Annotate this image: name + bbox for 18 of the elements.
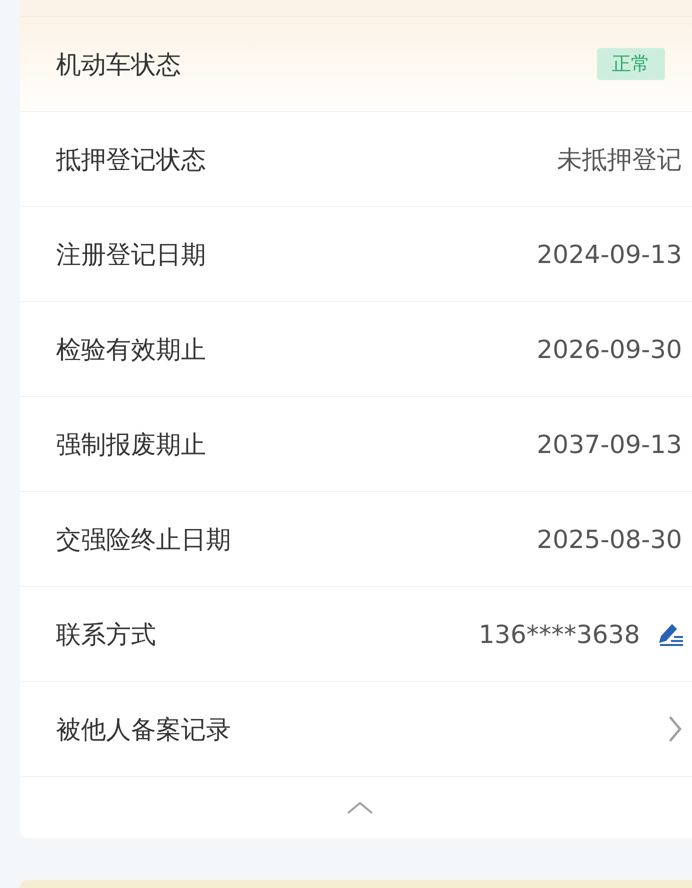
edit-icon[interactable]	[656, 621, 684, 647]
field-label: 联系方式	[56, 618, 156, 650]
field-label: 检验有效期止	[56, 334, 206, 366]
chevron-up-icon[interactable]	[346, 800, 374, 814]
field-label: 被他人备案记录	[56, 714, 231, 746]
field-value: 2037-09-13	[536, 430, 682, 458]
field-value: 2024-09-13	[536, 240, 682, 268]
field-value: 136****3638	[478, 620, 640, 648]
field-label: 机动车状态	[56, 48, 181, 80]
field-label: 注册登记日期	[56, 238, 206, 270]
field-label: 强制报废期止	[56, 428, 206, 460]
field-value: 2025-08-30	[536, 524, 682, 554]
field-value: 未抵押登记	[557, 144, 682, 176]
chevron-right-icon[interactable]	[668, 715, 682, 743]
status-badge: 正常	[597, 48, 665, 80]
field-value: 2026-09-30	[536, 334, 682, 364]
field-label: 抵押登记状态	[56, 144, 206, 176]
field-label: 交强险终止日期	[56, 524, 231, 556]
